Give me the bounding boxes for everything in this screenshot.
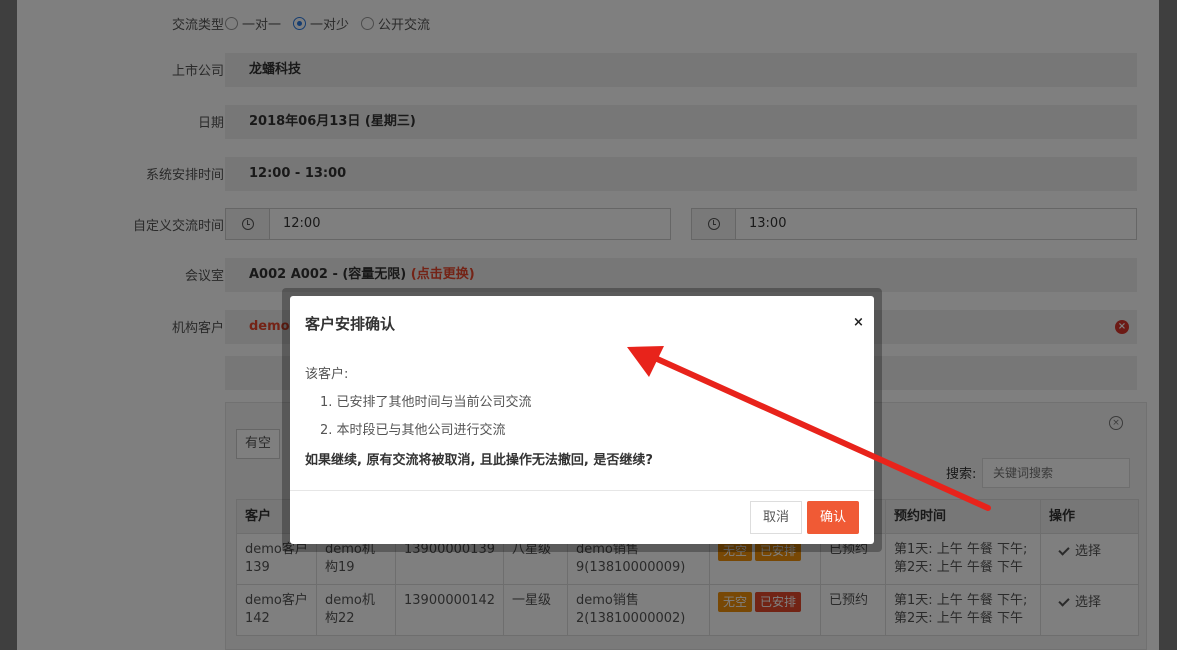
- annotation-arrow-icon: [627, 346, 991, 511]
